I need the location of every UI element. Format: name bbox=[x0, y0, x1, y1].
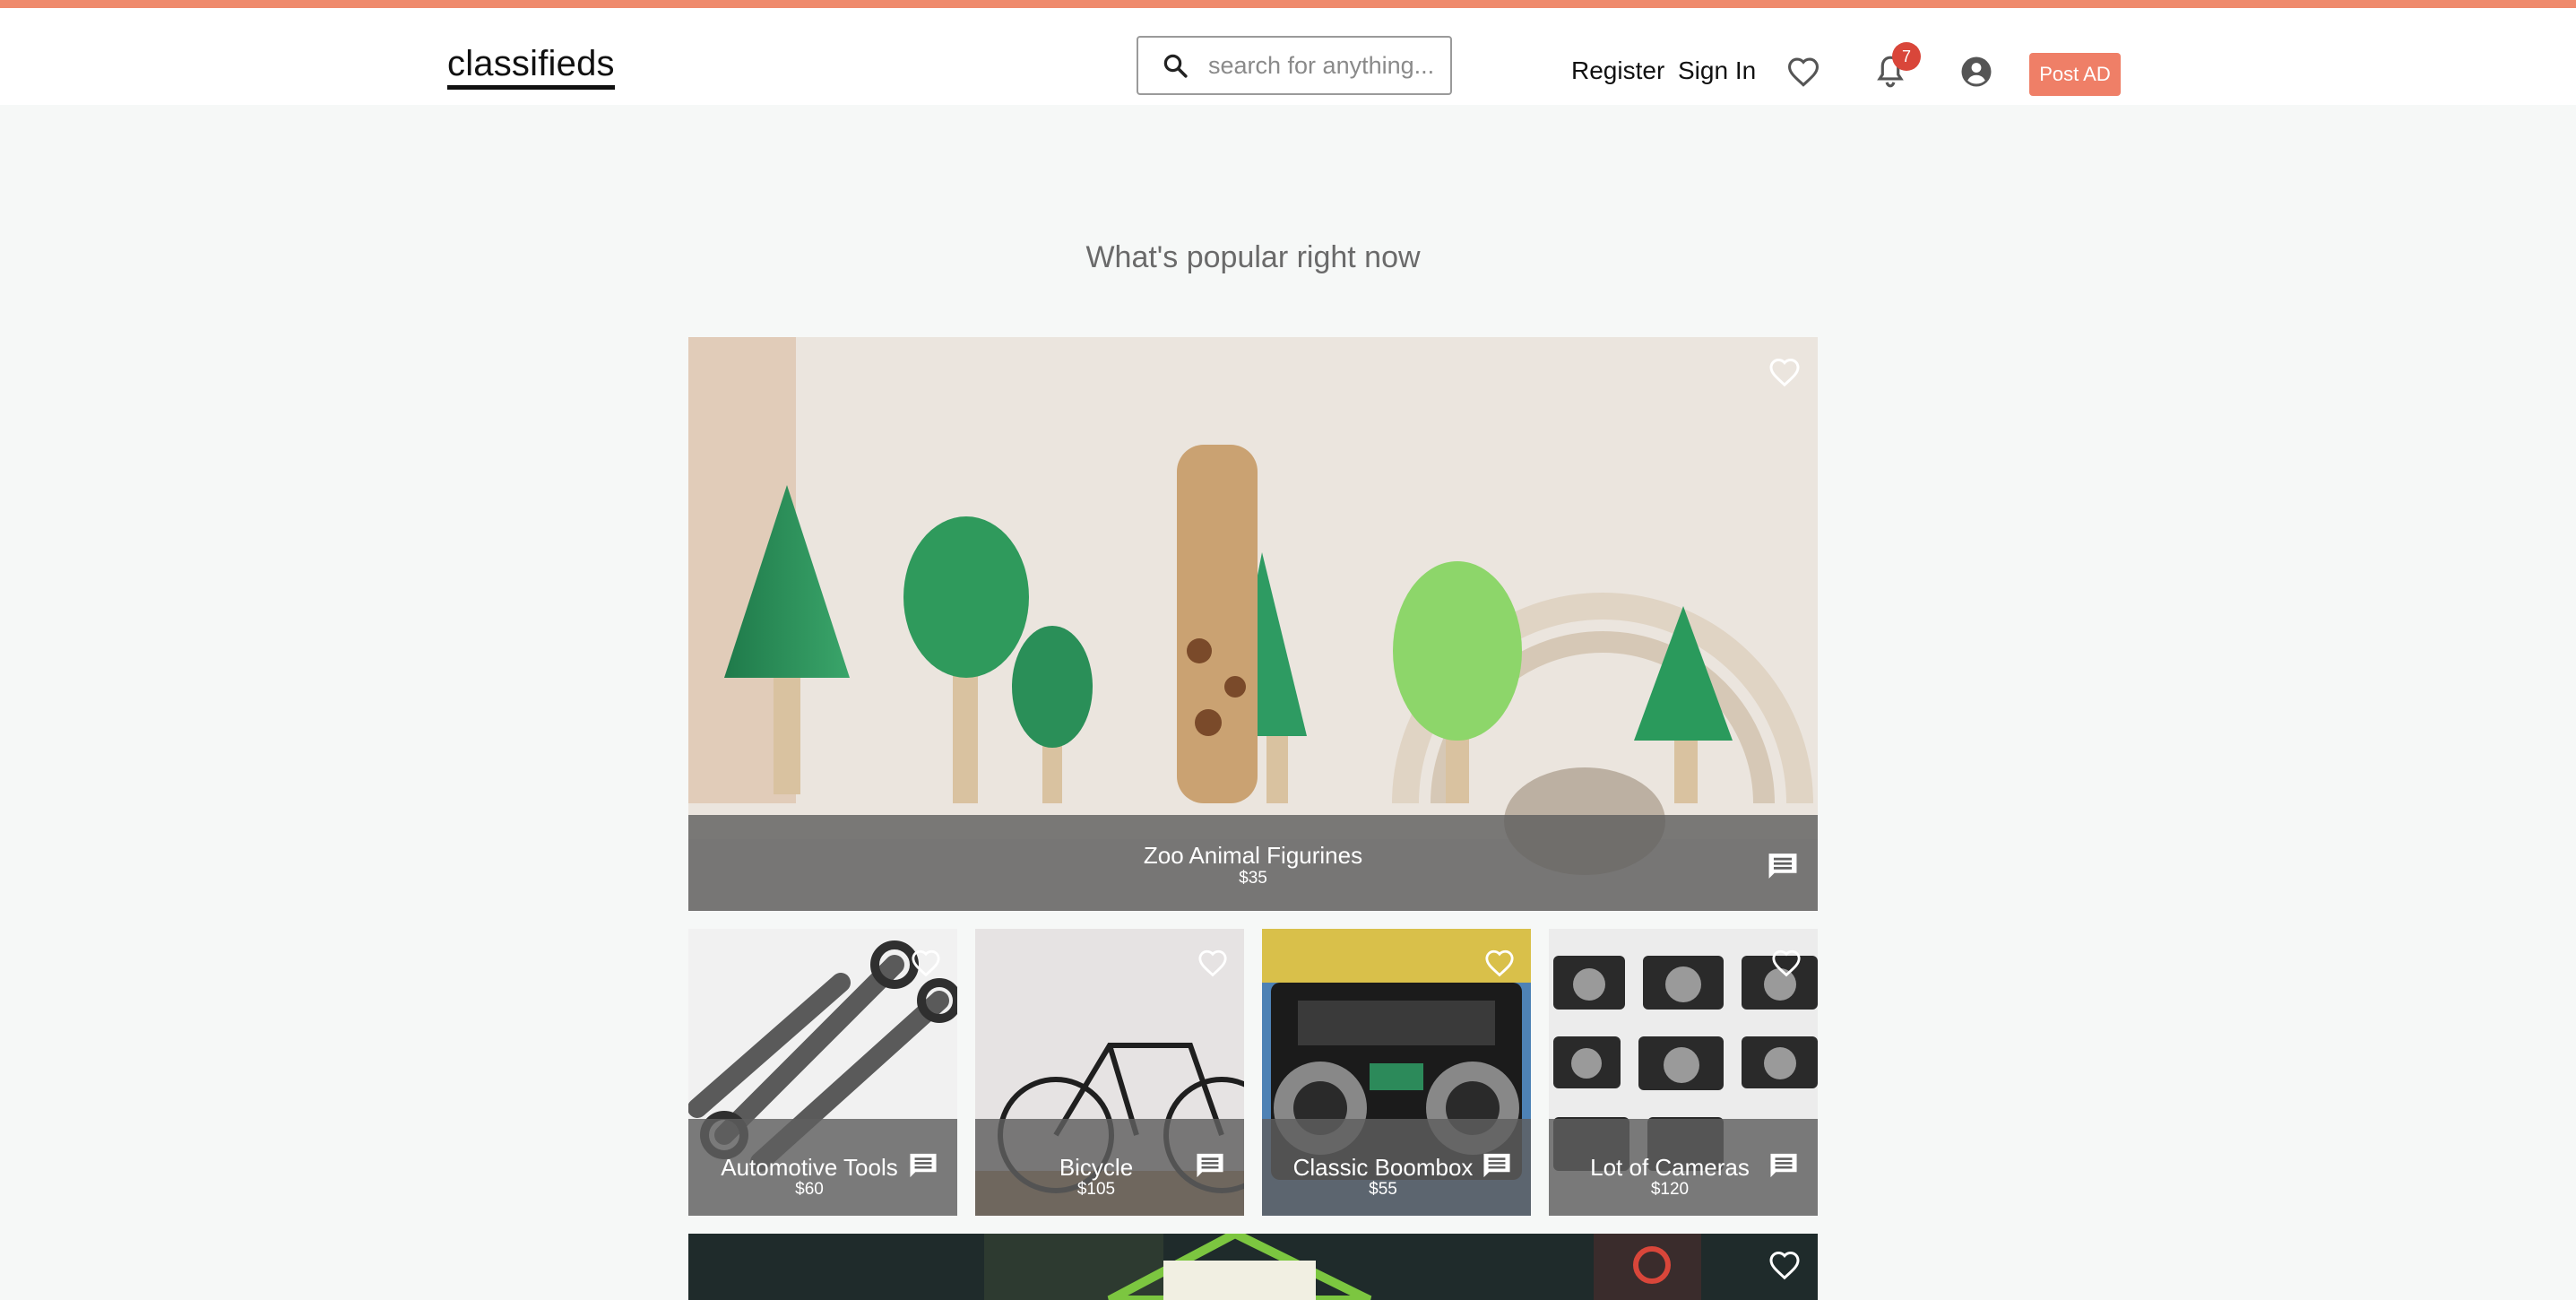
favorite-heart-icon[interactable] bbox=[1768, 357, 1801, 387]
message-icon[interactable] bbox=[907, 1151, 939, 1180]
accent-bar bbox=[0, 0, 2576, 8]
favorites-heart-icon[interactable] bbox=[1786, 56, 1820, 87]
post-ad-button[interactable]: Post AD bbox=[2029, 53, 2121, 96]
favorite-heart-icon[interactable] bbox=[1771, 949, 1802, 977]
listing-title: Classic Boombox bbox=[1292, 1154, 1474, 1181]
message-icon[interactable] bbox=[1481, 1151, 1513, 1180]
listing-card[interactable]: Bicycle $105 bbox=[975, 929, 1244, 1216]
listing-caption: Zoo Animal Figurines $35 bbox=[688, 815, 1818, 911]
signin-link[interactable]: Sign In bbox=[1678, 56, 1756, 85]
listing-price: $120 bbox=[1650, 1180, 1690, 1199]
message-icon[interactable] bbox=[1768, 1151, 1800, 1180]
site-logo[interactable]: classifieds bbox=[447, 44, 615, 90]
listing-title: Lot of Cameras bbox=[1590, 1154, 1750, 1181]
listing-title: Bicycle bbox=[1059, 1154, 1134, 1181]
search-input[interactable] bbox=[1208, 51, 1441, 80]
listing-caption: Classic Boombox $55 bbox=[1262, 1119, 1531, 1216]
listing-caption: Lot of Cameras $120 bbox=[1549, 1119, 1818, 1216]
listing-title: Automotive Tools bbox=[721, 1154, 898, 1181]
listing-card[interactable]: Classic Boombox $55 bbox=[1262, 929, 1531, 1216]
account-icon[interactable] bbox=[1960, 56, 1993, 88]
listing-card[interactable]: Lot of Cameras $120 bbox=[1549, 929, 1818, 1216]
message-icon[interactable] bbox=[1766, 851, 1800, 881]
listing-card-partial[interactable] bbox=[688, 1234, 1818, 1300]
listing-price: $60 bbox=[795, 1180, 824, 1199]
listing-caption: Automotive Tools $60 bbox=[688, 1119, 957, 1216]
listing-price: $55 bbox=[1369, 1180, 1397, 1199]
favorite-heart-icon[interactable] bbox=[1197, 949, 1228, 977]
listing-card[interactable]: Automotive Tools $60 bbox=[688, 929, 957, 1216]
listing-title: Zoo Animal Figurines bbox=[1143, 842, 1363, 869]
listing-price: $105 bbox=[1076, 1180, 1116, 1199]
section-title: What's popular right now bbox=[1085, 240, 1421, 274]
register-link[interactable]: Register bbox=[1571, 56, 1664, 85]
featured-listing-card[interactable]: Zoo Animal Figurines $35 bbox=[688, 337, 1818, 911]
favorite-heart-icon[interactable] bbox=[1484, 949, 1515, 977]
listing-image bbox=[688, 1234, 1818, 1300]
favorite-heart-icon[interactable] bbox=[1768, 1250, 1801, 1280]
listing-price: $35 bbox=[1239, 869, 1267, 888]
site-header: classifieds Register Sign In 7 Post AD bbox=[0, 8, 2576, 105]
favorite-heart-icon[interactable] bbox=[911, 949, 941, 977]
message-icon[interactable] bbox=[1194, 1151, 1226, 1180]
search-icon bbox=[1163, 54, 1188, 78]
listing-caption: Bicycle $105 bbox=[975, 1119, 1244, 1216]
search-box[interactable] bbox=[1137, 36, 1452, 95]
notification-count-badge: 7 bbox=[1892, 42, 1921, 71]
